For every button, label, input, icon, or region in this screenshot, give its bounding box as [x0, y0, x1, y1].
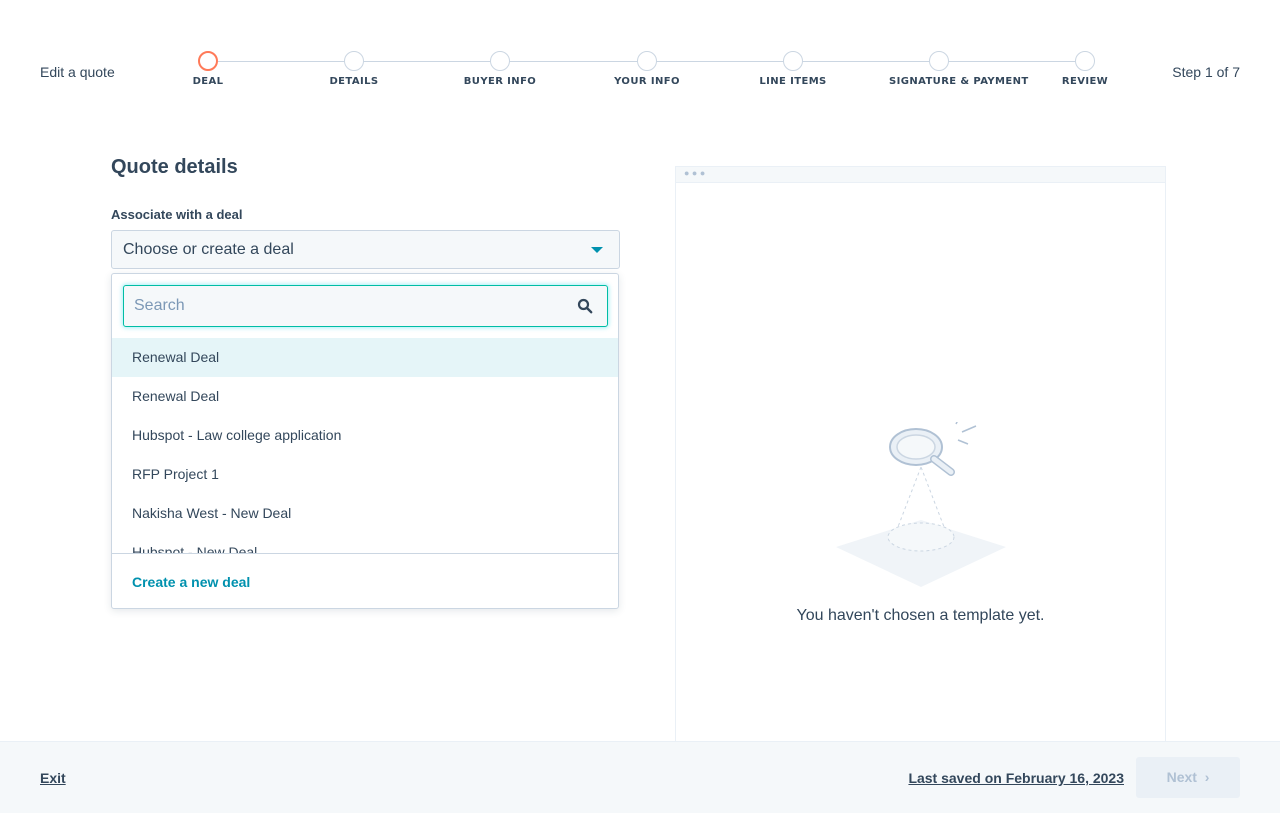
create-deal-link[interactable]: Create a new deal	[132, 574, 250, 590]
step-circle-icon	[783, 51, 803, 71]
editor-footer: Exit Last saved on February 16, 2023 Nex…	[0, 741, 1280, 813]
section-title: Quote details	[111, 156, 238, 178]
deal-options-list[interactable]: Renewal Deal Renewal Deal Hubspot - Law …	[112, 338, 618, 553]
step-circle-icon	[344, 51, 364, 71]
page-title: Edit a quote	[40, 64, 115, 80]
search-input[interactable]	[134, 294, 554, 318]
step-details[interactable]: DETAILS	[304, 50, 404, 87]
deal-dropdown: Renewal Deal Renewal Deal Hubspot - Law …	[111, 273, 619, 609]
deal-select-value: Choose or create a deal	[123, 241, 294, 258]
step-counter: Step 1 of 7	[1172, 64, 1240, 80]
dropdown-footer: Create a new deal	[112, 553, 618, 608]
step-label: LINE ITEMS	[759, 76, 827, 87]
step-deal[interactable]: DEAL	[158, 50, 258, 87]
exit-link[interactable]: Exit	[40, 770, 66, 786]
step-buyer-info[interactable]: BUYER INFO	[450, 50, 550, 87]
step-label: DEAL	[192, 76, 224, 87]
search-icon[interactable]	[577, 298, 593, 314]
quote-editor-header: Edit a quote DEAL DETAILS BUYER INFO YOU…	[0, 0, 1280, 120]
step-label: BUYER INFO	[463, 76, 537, 87]
step-label: SIGNATURE & PAYMENT	[889, 76, 1029, 87]
window-dots-icon: ● ● ●	[684, 168, 706, 178]
magnifier-illustration-icon	[836, 422, 1006, 587]
search-field[interactable]	[123, 285, 608, 327]
step-circle-icon	[1075, 51, 1095, 71]
step-review[interactable]: REVIEW	[1035, 50, 1135, 87]
list-item[interactable]: Hubspot - Law college application	[112, 416, 618, 455]
deal-select[interactable]: Choose or create a deal	[111, 230, 620, 269]
step-label: REVIEW	[1061, 76, 1109, 87]
step-label: YOUR INFO	[614, 76, 680, 87]
next-button-label: Next	[1166, 769, 1197, 785]
chevron-right-icon: ›	[1200, 769, 1210, 785]
step-signature-payment[interactable]: SIGNATURE & PAYMENT	[889, 50, 1029, 87]
progress-stepper: DEAL DETAILS BUYER INFO YOUR INFO LINE I…	[160, 50, 1160, 100]
next-button[interactable]: Next ›	[1136, 757, 1240, 798]
step-label: DETAILS	[329, 76, 379, 87]
empty-state-message: You haven't chosen a template yet.	[796, 607, 1045, 624]
list-item[interactable]: Renewal Deal	[112, 338, 618, 377]
step-circle-icon	[929, 51, 949, 71]
deal-field-label: Associate with a deal	[111, 207, 243, 222]
last-saved-link[interactable]: Last saved on February 16, 2023	[908, 770, 1124, 786]
step-circle-icon	[198, 51, 218, 71]
step-circle-icon	[637, 51, 657, 71]
step-your-info[interactable]: YOUR INFO	[597, 50, 697, 87]
step-line-items[interactable]: LINE ITEMS	[743, 50, 843, 87]
preview-toolbar: ● ● ●	[676, 167, 1165, 183]
list-item[interactable]: RFP Project 1	[112, 455, 618, 494]
caret-down-icon	[591, 247, 603, 253]
template-preview: ● ● ● You haven't chosen a template yet.	[675, 166, 1166, 742]
list-item[interactable]: Hubspot - New Deal	[112, 533, 618, 553]
list-item[interactable]: Renewal Deal	[112, 377, 618, 416]
step-circle-icon	[490, 51, 510, 71]
list-item[interactable]: Nakisha West - New Deal	[112, 494, 618, 533]
